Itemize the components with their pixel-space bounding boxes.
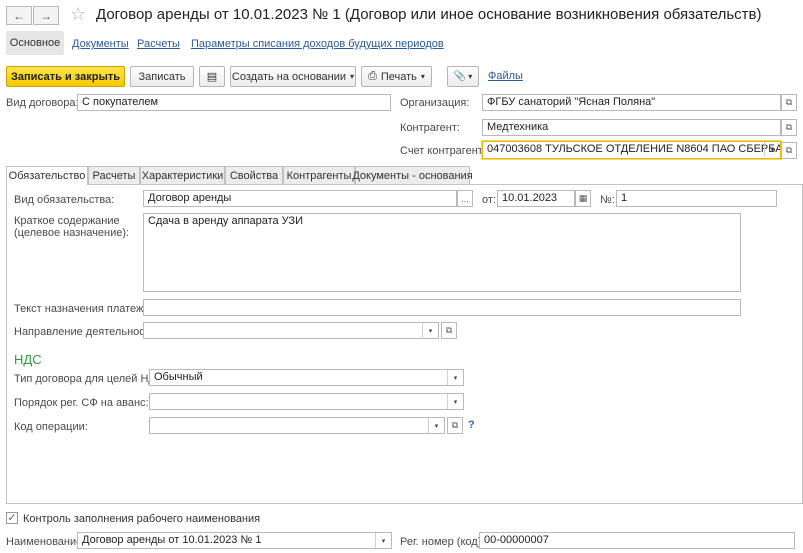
vat-contract-type-label: Тип договора для целей НДС:: [14, 373, 167, 385]
counterparty-label: Контрагент:: [400, 122, 460, 134]
list-button[interactable]: ▤: [199, 66, 225, 87]
tab-properties[interactable]: Свойства: [225, 166, 283, 184]
account-label: Счет контрагента:: [400, 145, 492, 157]
name-field[interactable]: Договор аренды от 10.01.2023 № 1 ▾: [77, 532, 392, 549]
tab-main[interactable]: Основное: [6, 31, 64, 55]
printer-icon: ⎙: [368, 70, 377, 82]
open-counterparty-button[interactable]: ⧉: [781, 119, 797, 136]
ellipsis-icon: ...: [461, 193, 469, 204]
tab-settlements[interactable]: Расчеты: [88, 166, 140, 184]
date-field[interactable]: 10.01.2023: [497, 190, 575, 207]
name-value: Договор аренды от 10.01.2023 № 1: [82, 534, 262, 546]
name-label: Наименование:: [6, 536, 86, 548]
open-account-button[interactable]: ⧉: [781, 142, 797, 159]
print-label: Печать: [380, 70, 417, 83]
chevron-down-icon[interactable]: ▾: [422, 323, 438, 338]
activity-label: Направление деятельности:: [14, 326, 160, 338]
back-button[interactable]: ←: [6, 6, 32, 25]
chevron-down-icon[interactable]: ▾: [764, 142, 780, 157]
back-arrow-icon: ←: [13, 8, 25, 23]
chevron-down-icon[interactable]: ▾: [447, 394, 463, 409]
open-icon: ⧉: [785, 122, 793, 132]
obligation-kind-select-button[interactable]: ...: [457, 190, 473, 207]
files-link[interactable]: Файлы: [488, 70, 523, 82]
account-field[interactable]: 047003608 ТУЛЬСКОЕ ОТДЕЛЕНИЕ N8604 ПАО С…: [482, 141, 781, 159]
open-activity-button[interactable]: ⧉: [441, 322, 457, 339]
chevron-down-icon[interactable]: ▾: [447, 370, 463, 385]
tab-obligation[interactable]: Обязательство: [6, 166, 88, 185]
summary-label-line2: (целевое назначение):: [14, 227, 130, 239]
chevron-down-icon: ▾: [468, 72, 473, 81]
vat-contract-type-value: Обычный: [154, 371, 203, 383]
advance-invoice-label: Порядок рег. СФ на аванс:: [14, 397, 149, 409]
tab-characteristics[interactable]: Характеристики: [140, 166, 225, 184]
tab-counterparties[interactable]: Контрагенты: [283, 166, 355, 184]
contract-type-label: Вид договора:: [6, 97, 79, 109]
page-title: Договор аренды от 10.01.2023 № 1 (Догово…: [96, 6, 762, 23]
save-button[interactable]: Записать: [130, 66, 194, 87]
counterparty-field[interactable]: Медтехника: [482, 119, 781, 136]
open-icon: ⧉: [785, 145, 793, 155]
help-icon[interactable]: ?: [468, 419, 475, 431]
date-label: от:: [482, 194, 496, 206]
chevron-down-icon: ▾: [420, 72, 425, 81]
naming-control-checkbox[interactable]: ✓: [6, 512, 18, 524]
tab-payments[interactable]: Расчеты: [137, 38, 180, 50]
save-and-close-button[interactable]: Записать и закрыть: [6, 66, 125, 87]
create-based-on-button[interactable]: Создать на основании ▾: [230, 66, 356, 87]
calendar-button[interactable]: ▦: [575, 190, 591, 207]
contract-type-field[interactable]: С покупателем: [77, 94, 391, 111]
number-label: №:: [600, 194, 615, 206]
attach-button[interactable]: 📎 ▾: [447, 66, 479, 87]
obligation-kind-field[interactable]: Договор аренды: [143, 190, 457, 207]
open-organization-button[interactable]: ⧉: [781, 94, 797, 111]
create-based-on-label: Создать на основании: [231, 70, 347, 83]
chevron-down-icon: ▾: [350, 72, 355, 81]
open-icon: ⧉: [785, 97, 793, 107]
naming-control-label: Контроль заполнения рабочего наименовани…: [23, 513, 261, 525]
paperclip-icon: 📎: [453, 71, 467, 82]
forward-button[interactable]: →: [33, 6, 59, 25]
tab-documents[interactable]: Документы: [72, 38, 129, 50]
advance-invoice-field[interactable]: ▾: [149, 393, 464, 410]
vat-contract-type-field[interactable]: Обычный ▾: [149, 369, 464, 386]
payment-text-field[interactable]: [143, 299, 741, 316]
operation-code-label: Код операции:: [14, 421, 88, 433]
activity-field[interactable]: ▾: [143, 322, 439, 339]
organization-field[interactable]: ФГБУ санаторий "Ясная Поляна": [482, 94, 781, 111]
summary-textarea[interactable]: Сдача в аренду аппарата УЗИ: [143, 213, 741, 292]
payment-text-label: Текст назначения платежа:: [14, 303, 153, 315]
open-icon: ⧉: [451, 420, 459, 430]
number-field[interactable]: 1: [616, 190, 777, 207]
open-operation-code-button[interactable]: ⧉: [447, 417, 463, 434]
forward-arrow-icon: →: [40, 8, 52, 23]
chevron-down-icon[interactable]: ▾: [428, 418, 444, 433]
reg-number-field[interactable]: 00-00000007: [479, 532, 795, 549]
obligation-kind-label: Вид обязательства:: [14, 194, 115, 206]
chevron-down-icon[interactable]: ▾: [375, 533, 391, 548]
organization-label: Организация:: [400, 97, 470, 109]
summary-label-line1: Краткое содержание: [14, 215, 120, 227]
calendar-icon: ▦: [578, 193, 588, 203]
reg-number-label: Рег. номер (код):: [400, 536, 485, 548]
tab-base-documents[interactable]: Документы - основания: [352, 166, 473, 184]
list-icon: ▤: [206, 71, 218, 83]
print-button[interactable]: ⎙ Печать ▾: [361, 66, 432, 87]
vat-section-title: НДС: [14, 352, 42, 367]
favorite-star-icon[interactable]: ☆: [70, 4, 86, 25]
operation-code-field[interactable]: ▾: [149, 417, 445, 434]
tab-deferred-income-params[interactable]: Параметры списания доходов будущих перио…: [191, 38, 444, 50]
open-icon: ⧉: [445, 325, 453, 335]
account-value: 047003608 ТУЛЬСКОЕ ОТДЕЛЕНИЕ N8604 ПАО С…: [487, 143, 781, 155]
